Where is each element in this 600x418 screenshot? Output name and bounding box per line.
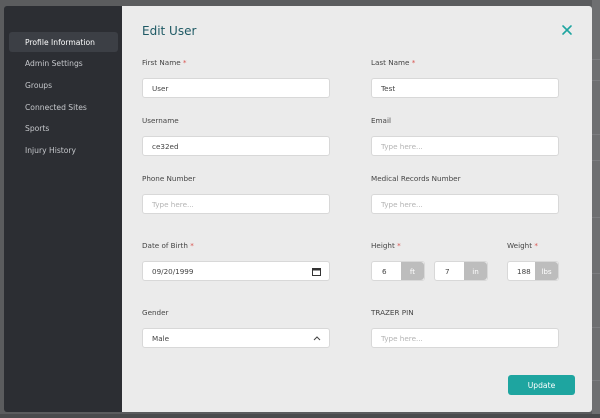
edit-user-modal: Profile Information Admin Settings Group… — [4, 6, 592, 412]
inches-unit: in — [464, 262, 487, 280]
background-divider — [592, 59, 600, 60]
date-of-birth-value: 09/20/1999 — [152, 266, 194, 276]
phone-number-field: Phone Number Type here... — [142, 174, 330, 214]
weight-field: Weight * 188 lbs — [507, 241, 559, 281]
background-divider — [592, 134, 600, 135]
modal-title: Edit User — [142, 24, 197, 38]
weight-unit: lbs — [535, 262, 558, 280]
sidebar-item-injury-history[interactable]: Injury History — [9, 140, 118, 160]
username-label: Username — [142, 116, 179, 125]
phone-number-input[interactable]: Type here... — [142, 194, 330, 214]
gender-select[interactable]: Male — [142, 328, 330, 348]
username-input[interactable]: ce32ed — [142, 136, 330, 156]
modal-sidebar: Profile Information Admin Settings Group… — [4, 6, 122, 412]
weight-label: Weight * — [507, 241, 538, 250]
trazer-pin-input[interactable]: Type here... — [371, 328, 559, 348]
first-name-field: First Name * User — [142, 58, 330, 98]
gender-label: Gender — [142, 308, 169, 317]
sidebar-item-profile-information[interactable]: Profile Information — [9, 32, 118, 52]
chevron-up-icon — [313, 336, 321, 341]
height-inches-input[interactable]: 7 in — [434, 261, 488, 281]
background-divider — [592, 273, 600, 274]
height-inches-value: 7 — [445, 266, 450, 276]
height-feet-value: 6 — [382, 266, 387, 276]
medical-records-number-field: Medical Records Number Type here... — [371, 174, 559, 214]
sidebar-item-connected-sites[interactable]: Connected Sites — [9, 97, 118, 117]
background-divider — [592, 160, 600, 161]
background-divider — [592, 80, 600, 81]
gender-value: Male — [152, 333, 170, 343]
sidebar-item-admin-settings[interactable]: Admin Settings — [9, 54, 118, 74]
last-name-input[interactable]: Test — [371, 78, 559, 98]
sidebar-item-label: Injury History — [25, 145, 77, 155]
sidebar-item-sports[interactable]: Sports — [9, 119, 118, 139]
background-divider — [592, 380, 600, 381]
medical-records-number-label: Medical Records Number — [371, 174, 461, 183]
background-footer — [0, 414, 600, 418]
email-label: Email — [371, 116, 391, 125]
trazer-pin-field: TRAZER PIN Type here... — [371, 308, 559, 348]
last-name-field: Last Name * Test — [371, 58, 559, 98]
height-label: Height * — [371, 241, 401, 250]
sidebar-item-groups[interactable]: Groups — [9, 75, 118, 95]
weight-value: 188 — [517, 266, 531, 276]
background-divider — [592, 217, 600, 218]
weight-input[interactable]: 188 lbs — [507, 261, 559, 281]
feet-unit: ft — [401, 262, 424, 280]
sidebar-item-label: Profile Information — [25, 37, 95, 47]
email-input[interactable]: Type here... — [371, 136, 559, 156]
medical-records-number-input[interactable]: Type here... — [371, 194, 559, 214]
sidebar-item-label: Groups — [25, 80, 53, 90]
background-divider — [592, 327, 600, 328]
date-of-birth-field: Date of Birth * 09/20/1999 — [142, 241, 330, 281]
gender-field: Gender Male — [142, 308, 330, 348]
last-name-label: Last Name * — [371, 58, 416, 67]
sidebar-item-label: Sports — [25, 124, 50, 134]
height-inputs: 6 ft 7 in — [371, 251, 491, 281]
height-field: Height * 6 ft 7 in — [371, 241, 491, 281]
first-name-label: First Name * — [142, 58, 187, 67]
first-name-input[interactable]: User — [142, 78, 330, 98]
close-icon[interactable] — [560, 23, 574, 37]
date-of-birth-input[interactable]: 09/20/1999 — [142, 261, 330, 281]
phone-number-label: Phone Number — [142, 174, 196, 183]
trazer-pin-label: TRAZER PIN — [371, 308, 414, 317]
sidebar-item-label: Connected Sites — [25, 102, 87, 112]
sidebar-item-label: Admin Settings — [25, 59, 83, 69]
email-field: Email Type here... — [371, 116, 559, 156]
calendar-icon[interactable] — [312, 267, 321, 276]
height-feet-input[interactable]: 6 ft — [371, 261, 425, 281]
modal-content: Edit User First Name * User Last Name * … — [122, 6, 592, 412]
update-button[interactable]: Update — [508, 375, 575, 395]
username-field: Username ce32ed — [142, 116, 330, 156]
background-page — [592, 0, 600, 418]
date-of-birth-label: Date of Birth * — [142, 241, 194, 250]
